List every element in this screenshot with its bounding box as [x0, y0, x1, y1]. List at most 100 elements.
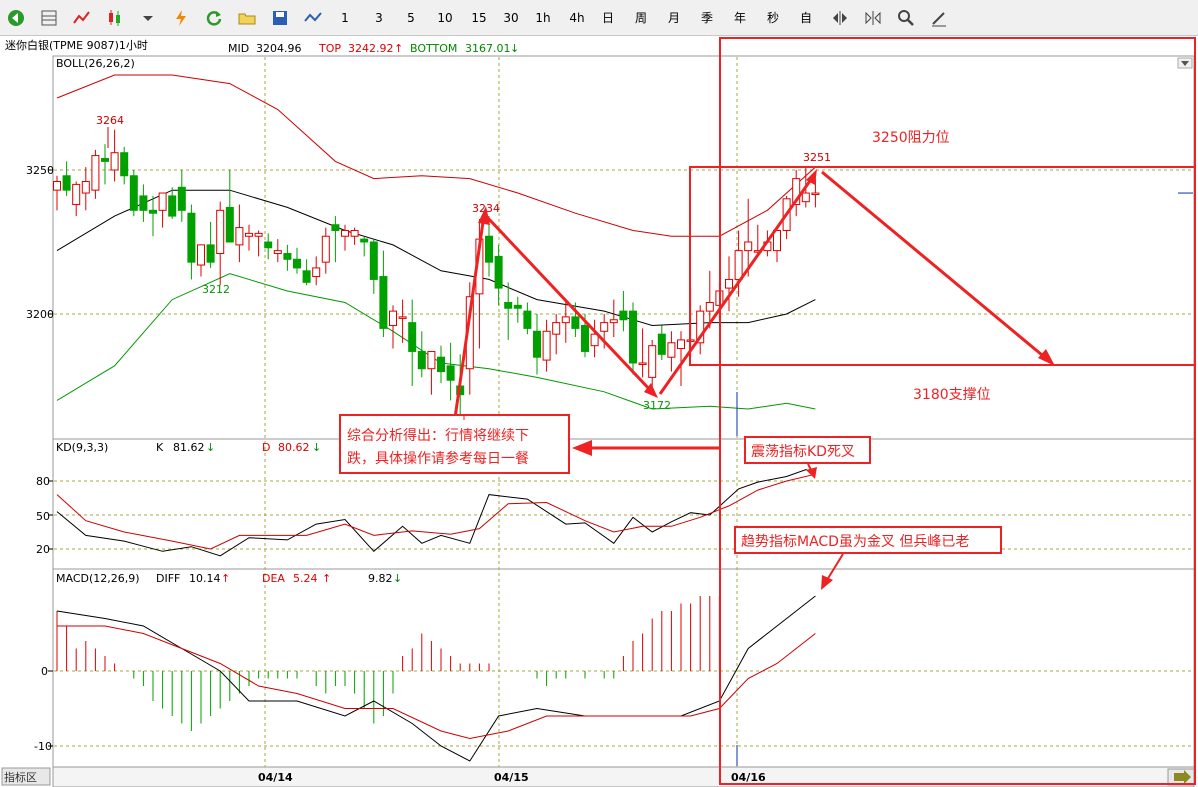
candle-body: [225, 206, 234, 243]
candle-body: [139, 195, 148, 211]
macd-tick-0: 0: [41, 665, 48, 678]
candle-body: [235, 227, 244, 246]
macd-tick-neg10: -10: [34, 740, 52, 753]
candle-body: [177, 186, 186, 211]
candle-body: [523, 310, 532, 329]
summary-line-2: 跌，具体操作请参考每日一餐: [347, 450, 529, 467]
candle-body: [168, 195, 177, 217]
kd-k-arrow-icon: ↓: [206, 441, 215, 454]
candle-body: [273, 250, 282, 255]
kd-d-arrow-icon: ↓: [312, 441, 321, 454]
mid-label: MID: [228, 42, 249, 55]
macd-diff-arrow-icon: ↑: [221, 572, 230, 585]
candle-body: [725, 278, 733, 289]
macd-value: 9.82: [368, 572, 393, 585]
candle-body: [254, 232, 263, 237]
macd-dea-arrow-icon: ↑: [322, 572, 331, 585]
candle-body: [494, 255, 503, 289]
date-label-0414: 04/14: [258, 771, 293, 784]
trough-label-3172: 3172: [643, 399, 671, 412]
chart-canvas[interactable]: 迷你白银(TPME 9087)1小时 MID 3204.96 TOP 3242.…: [0, 0, 1198, 787]
candle-body: [542, 330, 551, 361]
candle-body: [341, 229, 349, 237]
indicator-area-label: 指标区: [4, 770, 37, 784]
top-arrow-icon: ↑: [394, 42, 403, 55]
candle-body: [197, 244, 205, 266]
candle-body: [245, 232, 253, 237]
candle-body: [81, 181, 90, 194]
candle-body: [504, 301, 513, 309]
peak-label-3251: 3251: [803, 151, 831, 164]
candle-body: [427, 350, 436, 370]
candle-body: [398, 316, 407, 319]
candle-body: [91, 155, 100, 191]
candle-body: [350, 229, 359, 237]
top-label: TOP: [318, 42, 341, 55]
macd-diff-value: 10.14: [189, 572, 221, 585]
candle-body: [811, 192, 820, 196]
candle-body: [321, 235, 330, 263]
macd-diff-label: DIFF: [156, 572, 180, 585]
y-tick-3200: 3200: [26, 308, 54, 321]
kd-d-value: 80.62: [278, 441, 310, 454]
kd-tick-20: 20: [36, 543, 50, 556]
macd-indicator-label: MACD(12,26,9): [56, 572, 140, 585]
candle-body: [744, 241, 753, 252]
resistance-label: 3250阻力位: [872, 130, 950, 146]
candle-body: [120, 152, 129, 177]
candle-body: [571, 316, 580, 329]
trough-label-3212: 3212: [202, 283, 230, 296]
candle-body: [667, 342, 676, 358]
candle-body: [158, 192, 167, 211]
candle-body: [561, 316, 570, 324]
bottom-label: BOTTOM: [410, 42, 457, 55]
macd-dea-label: DEA: [262, 572, 285, 585]
candle-body: [513, 304, 522, 309]
candle-body: [619, 310, 628, 321]
macd-dea-value: 5.24: [293, 572, 318, 585]
candle-body: [216, 209, 225, 255]
candle-body: [110, 152, 119, 171]
summary-line-1: 综合分析得出：行情将继续下: [347, 427, 529, 444]
mid-value: 3204.96: [256, 42, 302, 55]
candle-body: [581, 325, 589, 352]
candle-body: [629, 310, 637, 364]
kd-callout-label: 震荡指标KD死叉: [751, 444, 855, 460]
candle-body: [609, 319, 618, 324]
bottom-arrow-icon: ↓: [510, 42, 519, 55]
symbol-title: 迷你白银(TPME 9087)1小时: [5, 38, 148, 52]
candle-body: [302, 270, 311, 283]
candle-body: [369, 241, 378, 280]
macd-arrow-icon: ↓: [393, 572, 402, 585]
candle-body: [62, 175, 71, 191]
kd-indicator-label: KD(9,3,3): [56, 441, 108, 454]
kd-k-value: 81.62: [173, 441, 205, 454]
candle-body: [129, 175, 138, 211]
candle-body: [408, 322, 417, 352]
macd-callout-label: 趋势指标MACD虽为金叉 但兵峰已老: [741, 534, 969, 550]
date-label-0416: 04/16: [731, 771, 766, 784]
kd-k-label: K: [156, 441, 164, 454]
candle-body: [72, 183, 81, 206]
date-label-0415: 04/15: [494, 771, 529, 784]
candle-body: [648, 345, 657, 378]
top-value: 3242.92: [348, 42, 394, 55]
kd-d-label: D: [262, 441, 270, 454]
candle-body: [485, 235, 493, 263]
candle-body: [264, 241, 273, 249]
candle-body: [417, 350, 426, 370]
candle-body: [53, 181, 61, 191]
kd-tick-80: 80: [36, 475, 50, 488]
candle-body: [283, 253, 292, 260]
candle-body: [206, 244, 215, 263]
candle-body: [677, 339, 685, 350]
kd-tick-50: 50: [36, 510, 50, 523]
candle-body: [734, 250, 743, 280]
candle-body: [101, 157, 109, 162]
candle-body: [149, 209, 157, 214]
bottom-value: 3167.01: [465, 42, 511, 55]
candle-body: [312, 267, 321, 278]
candle-body: [801, 192, 810, 203]
candle-body: [187, 212, 196, 263]
peak-label-3264: 3264: [96, 114, 124, 127]
